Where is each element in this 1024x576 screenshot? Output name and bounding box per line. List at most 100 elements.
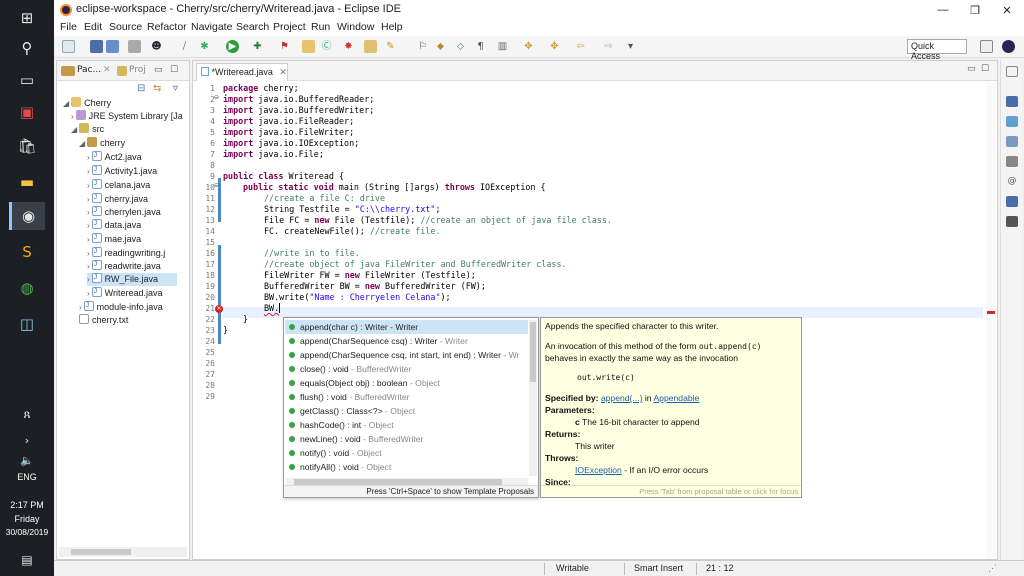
new-package-icon[interactable]: ✸ — [342, 40, 355, 53]
previous-annotation-icon[interactable]: ⬦ — [454, 40, 467, 53]
proposal-item[interactable]: append(CharSequence csq, int start, int … — [285, 348, 528, 362]
menu-edit[interactable]: Edit — [84, 21, 102, 33]
tree-item-project[interactable]: ◢ Cherry — [63, 97, 111, 110]
tree-item-file[interactable]: ›Activity1.java — [87, 163, 157, 178]
proposal-vertical-scrollbar[interactable] — [529, 320, 537, 476]
menu-search[interactable]: Search — [236, 21, 269, 33]
proposal-item[interactable]: flush() : void - BufferedWriter — [285, 390, 528, 404]
outline-view-icon[interactable] — [1006, 96, 1018, 107]
new-java-project-icon[interactable] — [302, 40, 315, 53]
proposal-item[interactable]: notify() : void - Object — [285, 446, 528, 460]
proposal-item[interactable]: close() : void - BufferedWriter — [285, 362, 528, 376]
maximize-view-icon[interactable]: ☐ — [981, 64, 989, 74]
windows-start-icon[interactable]: ⊞ — [9, 4, 45, 32]
save-icon[interactable] — [90, 40, 103, 53]
tab-project-explorer[interactable]: Proj — [129, 65, 146, 75]
editor-overview-ruler[interactable] — [986, 83, 996, 559]
forward-icon[interactable]: ⇨ — [602, 40, 615, 53]
new-icon[interactable] — [62, 40, 75, 53]
proposal-item[interactable]: newLine() : void - BufferedWriter — [285, 432, 528, 446]
print-icon[interactable] — [128, 40, 141, 53]
status-insert-mode[interactable]: Smart Insert — [634, 563, 683, 573]
problems-view-icon[interactable] — [1006, 136, 1018, 147]
new-class-icon[interactable]: Ⓒ — [320, 40, 333, 53]
tree-item-jre-library[interactable]: › JRE System Library [Ja — [71, 110, 183, 123]
scrollbar-thumb[interactable] — [530, 322, 536, 382]
restore-icon[interactable]: ❐ — [959, 0, 991, 20]
proposal-item[interactable]: hashCode() : int - Object — [285, 418, 528, 432]
chrome-icon[interactable]: ◍ — [9, 274, 45, 302]
pilcrow-icon[interactable]: ¶ — [474, 40, 487, 53]
tree-item-file-selected[interactable]: ›RW_File.java — [87, 271, 177, 286]
tree-item-package-cherry[interactable]: ◢ cherry — [79, 137, 125, 150]
menu-window[interactable]: Window — [337, 21, 374, 33]
open-type-icon[interactable] — [364, 40, 377, 53]
task-view-icon[interactable]: ▭ — [9, 66, 45, 94]
doc-link-appendable[interactable]: Appendable — [653, 393, 699, 403]
view-menu-icon[interactable]: ▿ — [173, 83, 178, 94]
menu-help[interactable]: Help — [381, 21, 403, 33]
tree-item-file[interactable]: ›cherrylen.java — [87, 204, 161, 219]
declaration-view-icon[interactable] — [1006, 196, 1018, 207]
search-toolbar-icon[interactable]: ✎ — [384, 40, 397, 53]
run-icon[interactable]: ▶ — [226, 40, 239, 53]
next-edit-icon[interactable]: ✥ — [548, 40, 561, 53]
next-annotation-icon[interactable]: ⬥ — [434, 40, 447, 53]
minimize-view-icon[interactable] — [1006, 66, 1018, 77]
scrollbar-thumb[interactable] — [71, 549, 131, 555]
proposal-item-selected[interactable]: append(char c) : Writer - Writer — [285, 320, 528, 334]
tree-item-file[interactable]: ›module-info.java — [79, 299, 163, 314]
tree-item-src[interactable]: ◢ src — [71, 123, 104, 136]
search-icon[interactable]: ⚲ — [9, 34, 45, 62]
tab-writeread-java[interactable]: *Writeread.java ✕ — [196, 63, 288, 81]
java-perspective-icon[interactable] — [1002, 40, 1015, 53]
save-all-icon[interactable] — [106, 40, 119, 53]
at-sign-icon[interactable]: @ — [1006, 176, 1018, 187]
volume-icon[interactable]: 🔈 — [9, 446, 45, 474]
close-tab-icon[interactable]: ✕ — [279, 67, 287, 77]
fold-icon[interactable]: ⊖ — [214, 182, 219, 189]
menu-file[interactable]: File — [60, 21, 77, 33]
toggle-mark-icon[interactable]: ⚐ — [416, 40, 429, 53]
doc-link-append[interactable]: append(...) — [601, 393, 643, 403]
sublime-text-icon[interactable]: S — [9, 238, 45, 266]
chevron-down-icon[interactable]: ▾ — [624, 40, 637, 53]
close-tab-icon[interactable]: ✕ — [103, 65, 111, 75]
menu-project[interactable]: Project — [273, 21, 306, 33]
people-icon[interactable]: ጸ — [9, 400, 45, 428]
user-icon[interactable]: ☻ — [150, 40, 163, 53]
error-marker-icon[interactable]: ✕ — [215, 305, 223, 313]
eclipse-taskbar-icon[interactable]: ◉ — [9, 202, 45, 230]
open-perspective-icon[interactable] — [980, 40, 993, 53]
proposal-item[interactable]: append(CharSequence csq) : Writer - Writ… — [285, 334, 528, 348]
notes-app-icon[interactable]: ◫ — [9, 310, 45, 338]
skip-breakpoints-icon[interactable]: ⧸ — [178, 40, 191, 53]
console-view-icon[interactable] — [1006, 216, 1018, 227]
proposal-item[interactable]: getClass() : Class<?> - Object — [285, 404, 528, 418]
maximize-view-icon[interactable]: ☐ — [170, 65, 178, 75]
block-selection-icon[interactable]: ▥ — [496, 40, 509, 53]
tree-item-file[interactable]: cherry.txt — [79, 314, 128, 327]
clock-time[interactable]: 2:17 PM — [0, 500, 54, 510]
file-explorer-icon[interactable]: ▬ — [9, 168, 45, 196]
menu-navigate[interactable]: Navigate — [191, 21, 232, 33]
external-tools-icon[interactable]: ⚑ — [278, 40, 291, 53]
proposal-item[interactable]: notifyAll() : void - Object — [285, 460, 528, 474]
error-overview-marker[interactable] — [987, 311, 995, 314]
coverage-icon[interactable]: ✚ — [251, 40, 264, 53]
explorer-horizontal-scrollbar[interactable] — [59, 547, 187, 557]
menu-refactor[interactable]: Refactor — [147, 21, 187, 33]
gift-app-icon[interactable]: ▣ — [9, 98, 45, 126]
minimize-view-icon[interactable]: ▭ — [967, 64, 976, 74]
back-icon[interactable]: ⇦ — [574, 40, 587, 53]
debug-icon[interactable]: ✱ — [198, 40, 211, 53]
quick-access-input[interactable]: Quick Access — [907, 39, 967, 61]
menu-run[interactable]: Run — [311, 21, 330, 33]
collapse-all-icon[interactable]: ⊟ — [137, 83, 145, 94]
link-editor-icon[interactable]: ⇆ — [153, 83, 161, 94]
store-icon[interactable]: 🛍 — [9, 132, 45, 160]
close-icon[interactable]: ✕ — [991, 0, 1023, 20]
last-edit-icon[interactable]: ✥ — [522, 40, 535, 53]
tab-package-explorer[interactable]: Pac... — [77, 65, 101, 75]
language-indicator[interactable]: ENG — [0, 472, 54, 482]
